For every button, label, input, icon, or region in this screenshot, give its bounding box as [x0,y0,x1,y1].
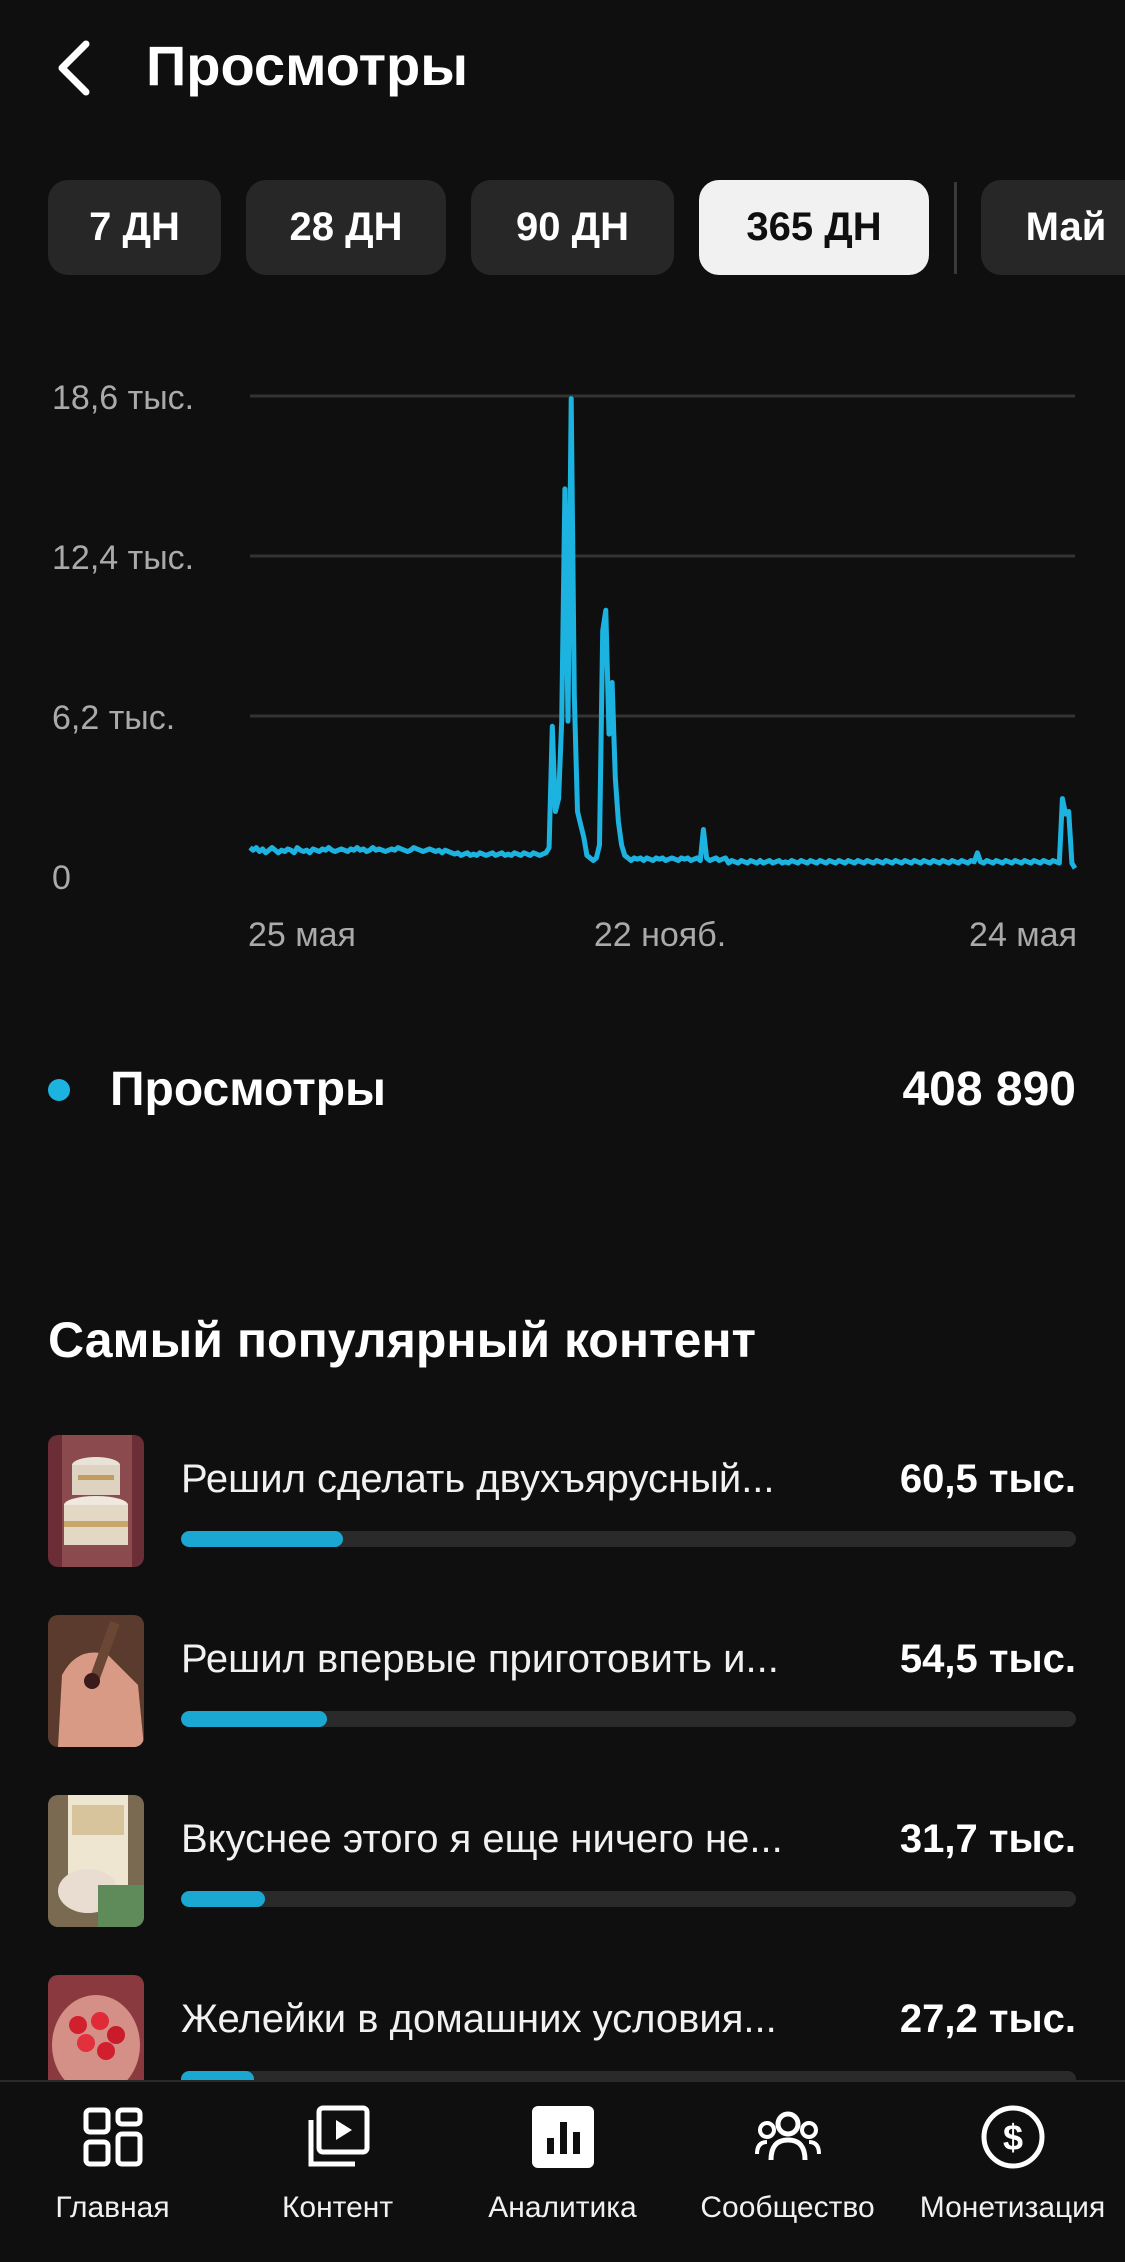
content-item-title: Вкуснее этого я еще ничего не... [181,1817,783,1861]
thumbnail-hand [48,1615,144,1747]
y-tick-label: 18,6 тыс. [52,379,194,417]
thumbnail-dessert [48,1795,144,1927]
views-line-chart: 18,6 тыс. 12,4 тыс. 6,2 тыс. 0 25 мая 22 нояб… [52,379,1078,954]
thumbnail-cake [48,1435,144,1567]
legend-dot [48,1079,70,1101]
x-tick-label: 24 мая [969,916,1077,954]
content-item-progress [181,2071,1076,2080]
content-item-views: 60,5 тыс. [899,1457,1076,1501]
content-play-icon [308,2105,370,2167]
content-item[interactable]: Желейки в домашних условия... 27,2 тыс. [48,1975,1076,2080]
back-button[interactable] [44,32,104,104]
content-item-title: Желейки в домашних условия... [181,1997,777,2041]
nav-item-content[interactable]: Контент [225,2082,450,2262]
y-tick-label: 0 [52,859,71,897]
nav-label: Контент [281,2191,394,2224]
content-item[interactable]: Решил сделать двухъярусный... 60,5 тыс. [48,1435,1076,1567]
content-item-views: 27,2 тыс. [899,1997,1076,2041]
legend-total-value: 408 890 [902,1063,1076,1116]
period-chips: 7 ДН 28 ДН 90 ДН 365 ДН Май [48,180,1125,275]
y-tick-label: 12,4 тыс. [52,539,194,577]
nav-label: Главная [55,2191,170,2224]
chips-divider [954,182,957,274]
x-tick-label: 22 нояб. [594,916,726,954]
x-tick-label: 25 мая [248,916,356,954]
nav-label: Сообщество [700,2191,875,2224]
section-title: Самый популярный контент [48,1312,757,1368]
content-item-progress [181,1531,1076,1547]
chip-7-days[interactable]: 7 ДН [48,180,221,275]
legend-row: Просмотры 408 890 [48,1050,1076,1130]
content-item-progress-fill [181,1891,265,1907]
content-item-progress-fill [181,1711,327,1727]
y-tick-label: 6,2 тыс. [52,699,175,737]
svg-text:$: $ [1003,2117,1023,2158]
chip-90-days[interactable]: 90 ДН [471,180,674,275]
legend-label: Просмотры [110,1063,387,1116]
nav-item-monetization[interactable]: $ Монетизация [900,2082,1125,2262]
views-chart: 18,6 тыс. 12,4 тыс. 6,2 тыс. 0 25 мая 22 нояб… [0,330,1125,990]
nav-item-community[interactable]: Сообщество [675,2082,900,2262]
nav-label: Аналитика [488,2191,637,2224]
content-item-title: Решил сделать двухъярусный... [181,1457,775,1501]
chip-may[interactable]: Май [981,180,1125,275]
content-item-views: 31,7 тыс. [899,1817,1076,1861]
content-item-progress [181,1711,1076,1727]
home-grid-icon [83,2107,143,2167]
community-people-icon [755,2111,821,2161]
chevron-left-icon [58,40,90,96]
analytics-bars-icon [532,2106,594,2168]
thumbnail-jelly [48,1975,144,2080]
popular-content-list: Решил сделать двухъярусный... 60,5 тыс. … [48,1435,1076,2080]
nav-item-home[interactable]: Главная [0,2082,225,2262]
content-item-progress-fill [181,2071,254,2080]
header: Просмотры [0,0,1125,140]
content-item-progress [181,1891,1076,1907]
dollar-circle-icon: $ [981,2105,1045,2169]
content-item-progress-fill [181,1531,343,1547]
chip-28-days[interactable]: 28 ДН [246,180,446,275]
chip-365-days[interactable]: 365 ДН [699,180,929,275]
content-item[interactable]: Вкуснее этого я еще ничего не... 31,7 ты… [48,1795,1076,1927]
page-title: Просмотры [146,34,469,97]
content-item-views: 54,5 тыс. [899,1637,1076,1681]
nav-item-analytics[interactable]: Аналитика [450,2082,675,2262]
content-item-title: Решил впервые приготовить и... [181,1637,779,1681]
content-item[interactable]: Решил впервые приготовить и... 54,5 тыс. [48,1615,1076,1747]
nav-label: Монетизация [919,2191,1106,2224]
views-series-line [248,396,1078,870]
bottom-navigation: Главная Контент Аналитика Сообщество $ М… [0,2080,1125,2262]
